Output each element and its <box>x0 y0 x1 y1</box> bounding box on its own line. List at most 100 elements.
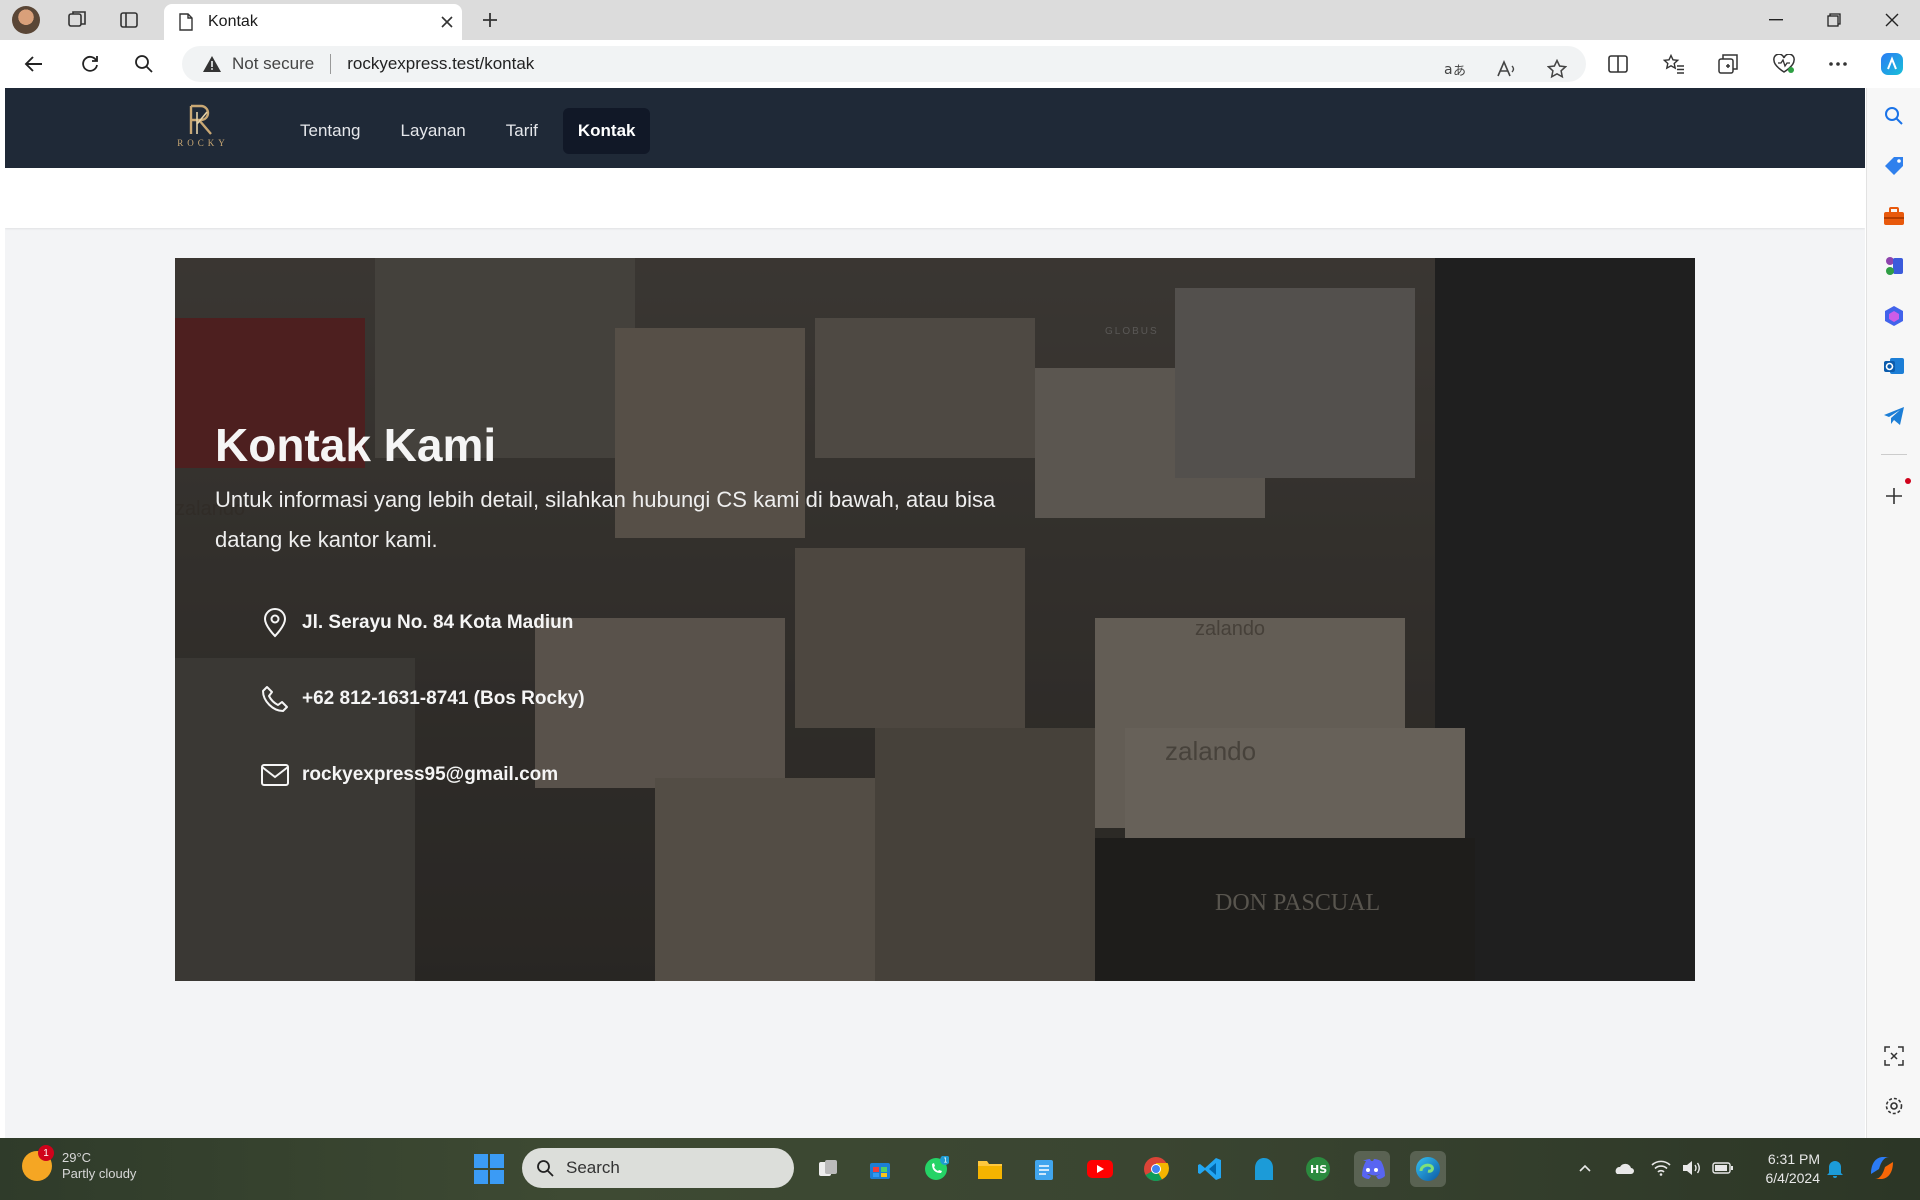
vscode-icon[interactable] <box>1192 1151 1228 1187</box>
copilot-taskbar-icon[interactable] <box>1864 1153 1900 1183</box>
nav-tarif[interactable]: Tarif <box>491 108 553 154</box>
favorite-star-icon[interactable] <box>1542 54 1572 84</box>
new-tab-icon[interactable] <box>476 7 504 33</box>
taskbar-clock[interactable]: 6:31 PM 6/4/2024 <box>1748 1150 1821 1188</box>
restore-icon[interactable] <box>1806 0 1862 40</box>
discord-icon[interactable] <box>1354 1151 1390 1187</box>
warning-icon <box>203 56 221 72</box>
email-text[interactable]: rockyexpress95@gmail.com <box>302 764 558 786</box>
minimize-icon[interactable] <box>1748 0 1804 40</box>
svg-text:a: a <box>1444 62 1453 78</box>
chrome-icon[interactable] <box>1138 1151 1174 1187</box>
search-icon[interactable] <box>128 49 160 79</box>
sidebar-divider <box>1881 454 1907 455</box>
onedrive-icon[interactable] <box>1612 1156 1634 1180</box>
browser-essentials-icon[interactable] <box>1768 49 1800 79</box>
store-app-icon[interactable] <box>862 1151 898 1187</box>
contact-address: Jl. Serayu No. 84 Kota Madiun <box>260 608 573 638</box>
mail-icon <box>260 760 290 790</box>
svg-text:HS: HS <box>1310 1163 1327 1176</box>
taskbar-search-label: Search <box>566 1158 620 1177</box>
volume-icon[interactable] <box>1680 1156 1702 1180</box>
site-logo[interactable]: ROCKY <box>175 104 231 152</box>
weather-badge: 1 <box>38 1145 54 1161</box>
refresh-icon[interactable] <box>74 49 106 79</box>
address-text: Jl. Serayu No. 84 Kota Madiun <box>302 612 574 633</box>
phone-text[interactable]: +62 812-1631-8741 (Bos Rocky) <box>302 688 585 710</box>
url-text[interactable]: rockyexpress.test/kontak <box>347 54 534 74</box>
youtube-icon[interactable] <box>1082 1151 1118 1187</box>
profile-avatar[interactable] <box>12 6 40 34</box>
browser-tab-bar: Kontak <box>0 0 1920 40</box>
site-nav-links: Tentang Layanan Tarif Kontak <box>285 108 651 154</box>
browser-toolbar: Not secure rockyexpress.test/kontak aあ <box>0 40 1920 88</box>
hero-description: Untuk informasi yang lebih detail, silah… <box>215 487 996 552</box>
sidebar-tools-icon[interactable] <box>1880 202 1908 230</box>
sidebar-games-icon[interactable] <box>1880 252 1908 280</box>
location-pin-icon <box>260 608 290 638</box>
notepad-icon[interactable] <box>1026 1151 1062 1187</box>
phone-icon <box>260 684 290 714</box>
workspaces-icon[interactable] <box>64 7 90 33</box>
sidebar-search-icon[interactable] <box>1880 102 1908 130</box>
start-button[interactable] <box>474 1154 504 1184</box>
tray-chevron-icon[interactable] <box>1574 1156 1596 1180</box>
whatsapp-badge: 1 <box>943 1157 947 1165</box>
copilot-icon[interactable] <box>1876 49 1908 79</box>
close-window-icon[interactable] <box>1864 0 1920 40</box>
page-subheader <box>5 168 1865 228</box>
clock-date: 6/4/2024 <box>1765 1170 1821 1186</box>
clock-time: 6:31 PM <box>1767 1151 1820 1167</box>
read-aloud-icon[interactable] <box>1492 54 1522 84</box>
logo-text: ROCKY <box>177 138 229 148</box>
address-separator <box>330 54 332 74</box>
weather-temp: 29°C <box>62 1150 92 1165</box>
notification-bell-icon[interactable] <box>1824 1156 1846 1180</box>
taskbar-search-icon <box>537 1160 554 1177</box>
taskbar-search[interactable]: Search <box>522 1148 794 1188</box>
contact-email: rockyexpress95@gmail.com <box>260 760 558 790</box>
nav-layanan[interactable]: Layanan <box>386 108 481 154</box>
page-title: Kontak Kami <box>215 419 497 471</box>
windows-taskbar: 1 29°C Partly cloudy Search 1 HS 6:31 PM… <box>0 1138 1920 1200</box>
sidebar-screenshot-icon[interactable] <box>1880 1042 1908 1070</box>
task-view-icon[interactable] <box>810 1151 846 1187</box>
rocky-logo-icon <box>189 104 212 135</box>
security-label[interactable]: Not secure <box>232 54 314 74</box>
site-navbar: ROCKY Tentang Layanan Tarif Kontak <box>5 88 1865 168</box>
sidebar-outlook-icon[interactable] <box>1880 352 1908 380</box>
back-icon[interactable] <box>18 49 50 79</box>
sidebar-telegram-icon[interactable] <box>1880 402 1908 430</box>
wifi-icon[interactable] <box>1650 1156 1672 1180</box>
tab-title: Kontak <box>208 13 258 30</box>
page-viewport: ROCKY Tentang Layanan Tarif Kontak zalan… <box>5 88 1865 1138</box>
weather-icon: 1 <box>22 1145 54 1181</box>
sidebar-add-icon[interactable] <box>1880 482 1908 510</box>
nav-tentang[interactable]: Tentang <box>285 108 376 154</box>
address-bar[interactable]: Not secure rockyexpress.test/kontak aあ <box>182 46 1586 82</box>
sidebar-settings-icon[interactable] <box>1880 1092 1908 1120</box>
page-icon <box>179 13 193 31</box>
translate-icon[interactable]: aあ <box>1440 54 1470 84</box>
weather-desc: Partly cloudy <box>62 1166 137 1181</box>
sidebar-microsoft365-icon[interactable] <box>1880 302 1908 330</box>
weather-widget[interactable]: 1 29°C Partly cloudy <box>22 1145 137 1182</box>
hs-app-icon[interactable]: HS <box>1300 1151 1336 1187</box>
nav-kontak[interactable]: Kontak <box>562 108 651 154</box>
more-options-icon[interactable] <box>1822 49 1854 79</box>
battery-icon[interactable] <box>1712 1156 1734 1180</box>
vertical-tabs-icon[interactable] <box>116 7 142 33</box>
edge-icon[interactable] <box>1410 1151 1446 1187</box>
sidebar-shopping-icon[interactable] <box>1880 152 1908 180</box>
contact-phone: +62 812-1631-8741 (Bos Rocky) <box>260 684 585 714</box>
file-explorer-icon[interactable] <box>972 1151 1008 1187</box>
blue-app-icon[interactable] <box>1246 1151 1282 1187</box>
active-tab[interactable]: Kontak <box>164 4 462 40</box>
close-tab-icon[interactable] <box>432 7 462 37</box>
whatsapp-app-icon[interactable]: 1 <box>918 1151 954 1187</box>
browser-sidebar <box>1866 88 1920 1138</box>
collections-icon[interactable] <box>1712 49 1744 79</box>
svg-text:あ: あ <box>1453 64 1466 78</box>
split-screen-icon[interactable] <box>1602 49 1634 79</box>
favorites-icon[interactable] <box>1658 49 1690 79</box>
